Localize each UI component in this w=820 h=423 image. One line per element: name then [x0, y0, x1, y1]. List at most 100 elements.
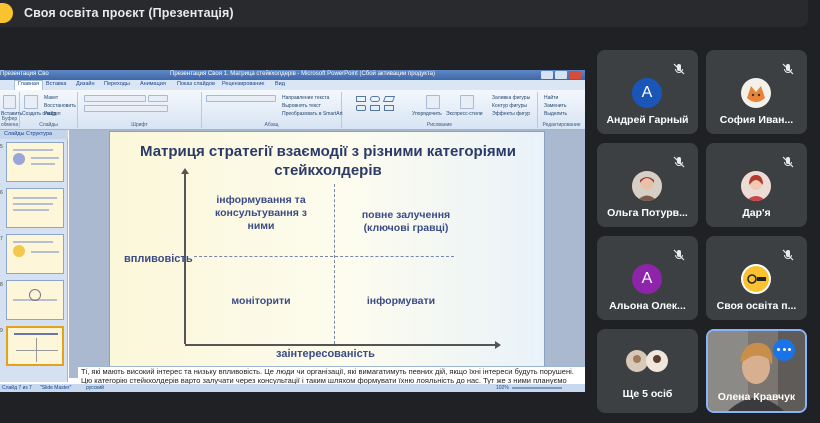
avatar	[632, 171, 662, 201]
current-slide[interactable]: Матриця стратегії взаємодії з різними ка…	[109, 131, 545, 392]
y-axis-label: впливовість	[124, 253, 193, 265]
shape-arrow-icon[interactable]	[370, 105, 380, 111]
participant-tile[interactable]: A Альона Олек...	[597, 236, 698, 320]
participant-tile[interactable]: София Иван...	[706, 50, 807, 134]
shape-oval-icon[interactable]	[370, 96, 380, 102]
shape-outline-button[interactable]: Контур фигуры	[492, 103, 527, 109]
smartart-button[interactable]: Преобразовать в SmartArt	[282, 111, 343, 117]
window-controls[interactable]	[541, 71, 581, 79]
font-name-select[interactable]	[84, 95, 146, 102]
thumbnail-line	[31, 163, 55, 165]
quick-styles-button[interactable]: Экспресс-стили	[446, 111, 483, 117]
slide-thumbnail[interactable]	[6, 142, 64, 182]
arrange-button[interactable]: Упорядочить	[412, 111, 442, 117]
shape-rect-icon[interactable]	[356, 96, 366, 102]
project-logo-icon	[0, 3, 13, 23]
thumbnail-graphic	[13, 153, 25, 165]
arrange-icon[interactable]	[426, 95, 440, 109]
person-photo-icon	[632, 171, 662, 201]
horizontal-divider	[194, 256, 454, 257]
tab-view[interactable]: Вид	[275, 81, 285, 87]
text-direction-button[interactable]: Направление текста	[282, 95, 329, 101]
slide-thumbnail[interactable]	[6, 280, 64, 320]
font-format-buttons[interactable]	[84, 105, 168, 112]
x-axis-arrow	[185, 341, 501, 349]
meeting-title: Своя освіта проєкт (Презентація)	[24, 6, 234, 20]
slide-title: Матриця стратегії взаємодії з різними ка…	[140, 143, 516, 179]
slides-label: Слайды	[39, 122, 58, 128]
ribbon-group-paragraph: Направление текста Выровнять текст Преоб…	[202, 92, 343, 128]
thumbnail-line	[31, 251, 59, 253]
participant-tile[interactable]: Ольга Потурв...	[597, 143, 698, 227]
layout-button[interactable]: Макет	[44, 95, 58, 101]
section-button[interactable]: Раздел	[44, 111, 61, 117]
tab-slides[interactable]: Слайды	[4, 131, 24, 137]
ribbon-group-slides: Создать слайд Макет Восстановить Раздел …	[20, 92, 78, 128]
find-button[interactable]: Найти	[544, 95, 558, 101]
shape-line-icon[interactable]	[384, 105, 394, 111]
participant-name: Дар'я	[742, 207, 771, 219]
align-text-button[interactable]: Выровнять текст	[282, 103, 321, 109]
powerpoint-file-label: Презентация Сво	[0, 71, 49, 77]
slide-notes[interactable]: Ті, які мають високий інтерес та низьку …	[78, 366, 585, 384]
more-participants-tile[interactable]: Ще 5 осіб	[597, 329, 698, 413]
avatar: A	[632, 78, 662, 108]
more-options-button[interactable]	[773, 339, 795, 361]
list-buttons[interactable]	[206, 95, 276, 102]
font-size-select[interactable]	[148, 95, 168, 102]
tab-home[interactable]: Главная	[14, 80, 43, 90]
mic-off-icon	[673, 63, 685, 75]
quadrant-top-left: інформування та консультування з ними	[215, 194, 307, 232]
zoom-slider[interactable]	[512, 387, 562, 389]
paste-icon[interactable]	[3, 95, 16, 109]
status-bar: Слайд 7 из 7 "Slide Master" русский 102%	[0, 384, 585, 392]
replace-button[interactable]: Заменить	[544, 103, 566, 109]
slide-thumbnail[interactable]	[6, 234, 64, 274]
slides-panel: Слайды Структура 5 6 7 8 9	[0, 130, 68, 382]
mic-off-icon	[673, 156, 685, 168]
participant-tile[interactable]: A Андрей Гарный	[597, 50, 698, 134]
tab-insert[interactable]: Вставка	[46, 81, 66, 87]
close-icon[interactable]	[569, 71, 581, 79]
more-participants-label: Ще 5 осіб	[622, 388, 673, 400]
minimize-icon[interactable]	[541, 71, 553, 79]
powerpoint-window-title: Презентация Своя 1. Матрица стейкхолдері…	[170, 71, 435, 77]
meet-window: Своя освіта проєкт (Презентація) Презент…	[0, 0, 820, 423]
thumbnail-number: 6	[0, 190, 3, 196]
avatar	[741, 78, 771, 108]
quadrant-bottom-right: інформувати	[366, 295, 436, 307]
shape-fill-button[interactable]: Заливка фигуры	[492, 95, 530, 101]
tab-outline[interactable]: Структура	[26, 131, 52, 137]
slide-thumbnail[interactable]	[6, 188, 64, 228]
slides-panel-tabs: Слайды Структура	[0, 130, 68, 139]
slide-thumbnail-selected[interactable]	[6, 326, 64, 366]
participant-video-tile[interactable]: Олена Кравчук	[706, 329, 807, 413]
tab-design[interactable]: Дизайн	[76, 81, 95, 87]
tab-animation[interactable]: Анимация	[140, 81, 166, 87]
maximize-icon[interactable]	[555, 71, 567, 79]
tab-transitions[interactable]: Переходы	[104, 81, 130, 87]
thumbnail-line	[13, 203, 53, 205]
participant-tile[interactable]: Дар'я	[706, 143, 807, 227]
font-label: Шрифт	[131, 122, 148, 128]
mic-off-icon	[673, 249, 685, 261]
thumbnail-line	[13, 209, 49, 211]
participant-tile[interactable]: Своя освіта п...	[706, 236, 807, 320]
participant-name: Альона Олек...	[609, 300, 686, 312]
paragraph-label: Абзац	[264, 122, 279, 128]
participant-name: София Иван...	[719, 114, 794, 126]
select-button[interactable]: Выделить	[544, 111, 567, 117]
new-slide-icon[interactable]	[24, 95, 38, 109]
thumbnail-graphic	[13, 245, 25, 257]
mic-off-icon	[782, 63, 794, 75]
reset-button[interactable]: Восстановить	[44, 103, 76, 109]
shape-rounded-icon[interactable]	[356, 105, 366, 111]
shared-screen[interactable]: Презентация Сво Презентация Своя 1. Матр…	[0, 70, 585, 392]
tab-slideshow[interactable]: Показ слайдов	[177, 81, 215, 87]
person-photo-icon	[741, 171, 771, 201]
tab-review[interactable]: Рецензирование	[222, 81, 264, 87]
ribbon-group-font: Шрифт	[78, 92, 202, 128]
shape-effects-button[interactable]: Эффекты фигур	[492, 111, 530, 117]
quick-styles-icon[interactable]	[460, 95, 474, 109]
shape-parallelogram-icon[interactable]	[382, 96, 396, 102]
